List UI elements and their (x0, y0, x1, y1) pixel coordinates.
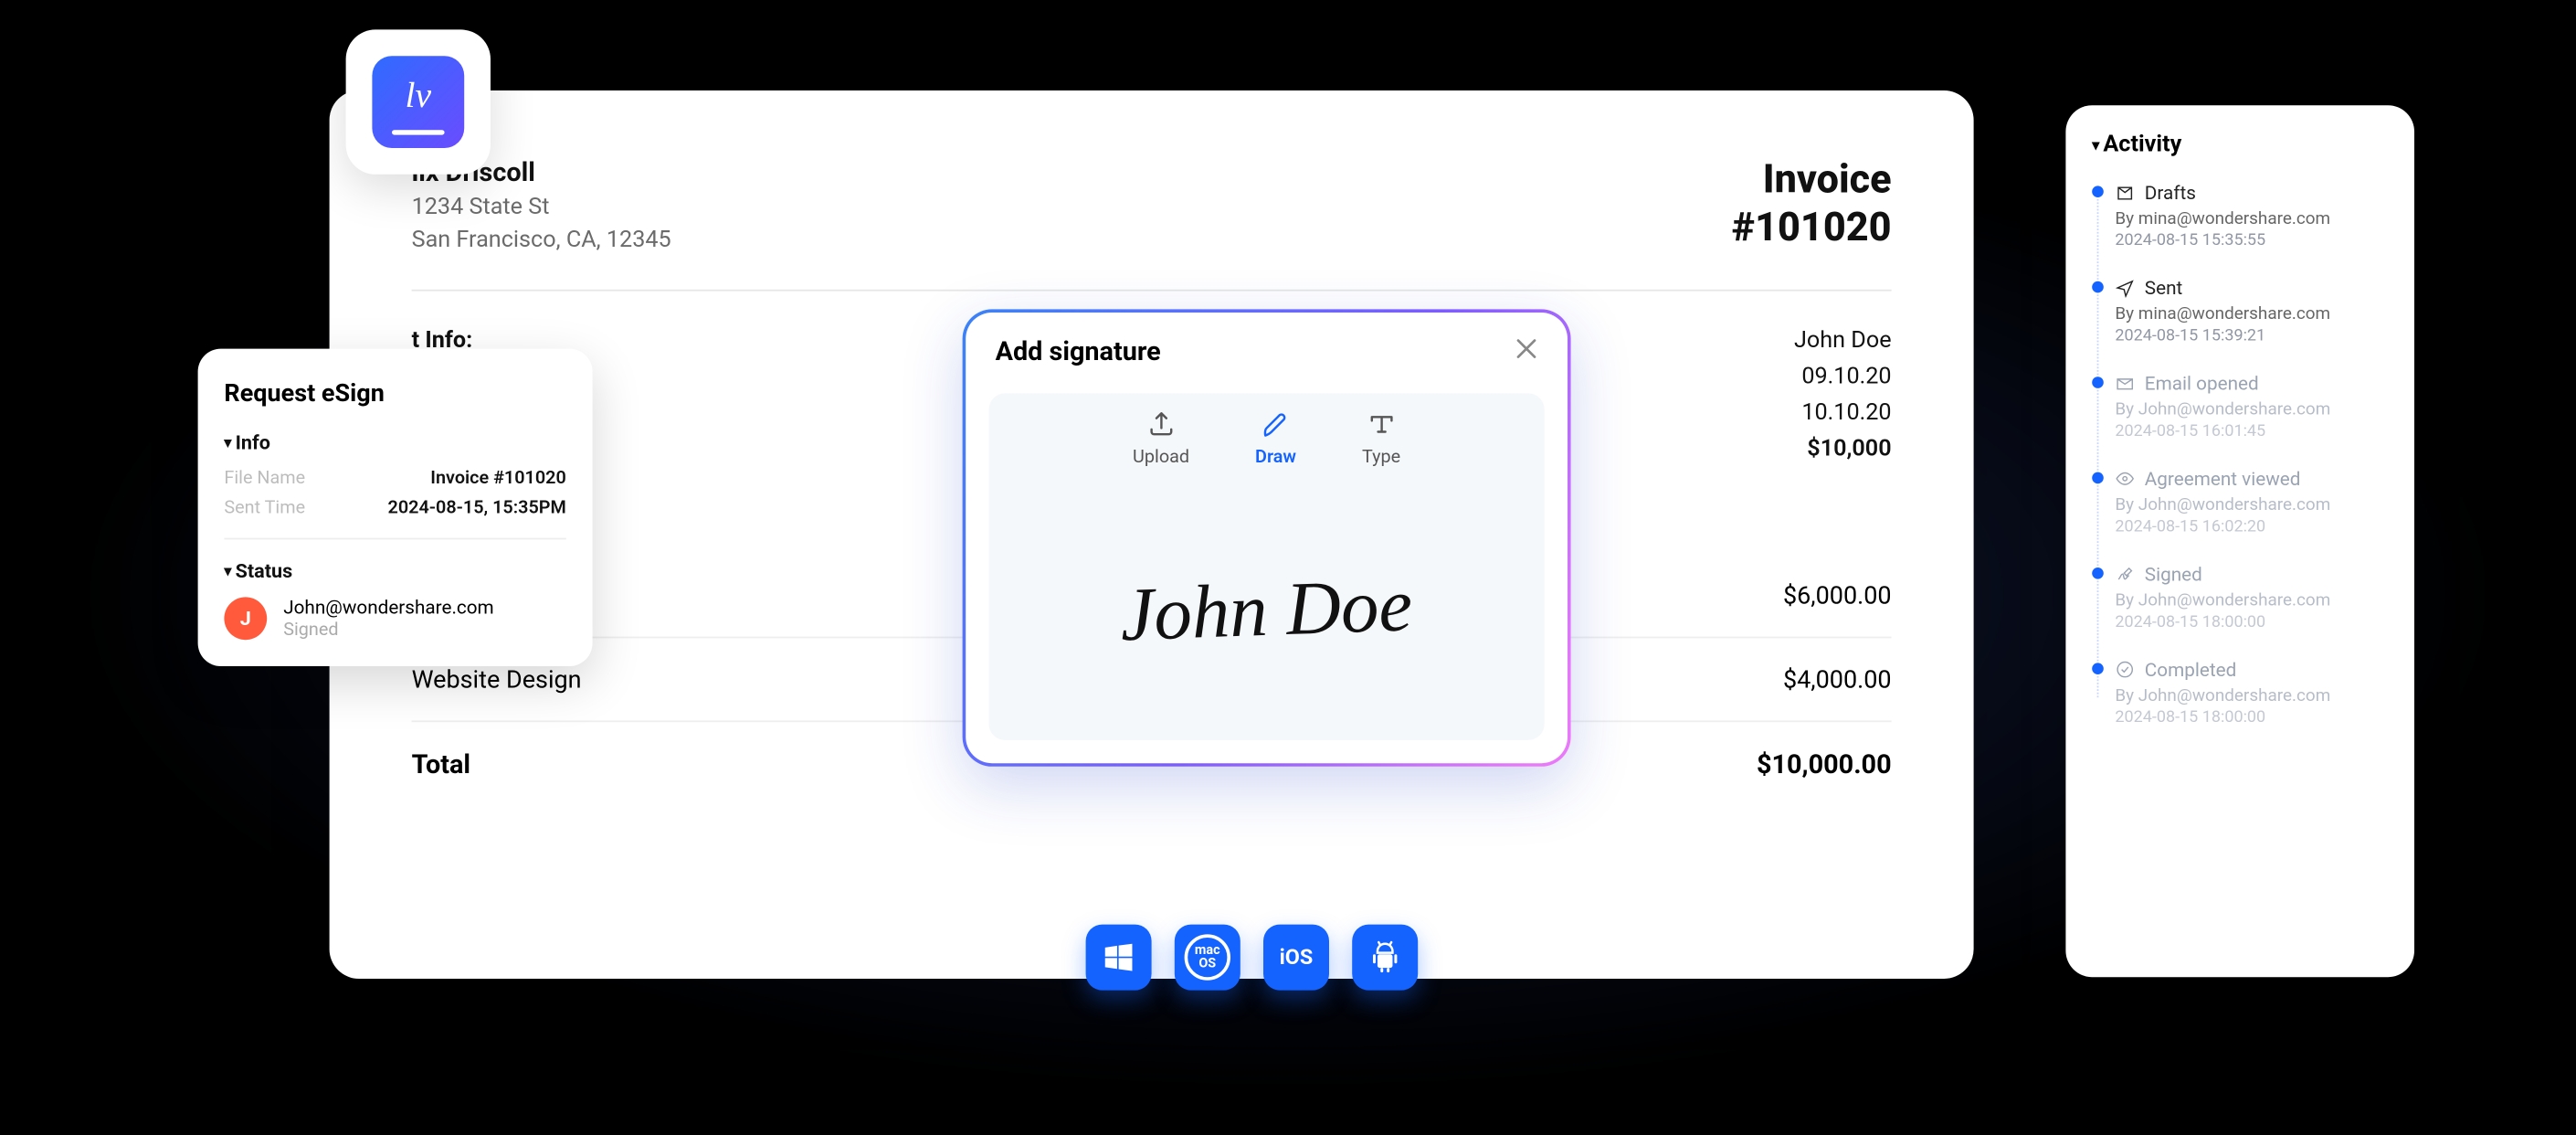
invoice-number: #101020 (1732, 204, 1892, 249)
request-sent-time-row: Sent Time 2024-08-15, 15:35PM (224, 497, 565, 518)
activity-label: Sent (2145, 276, 2182, 299)
request-sent-time-value: 2024-08-15, 15:35PM (388, 497, 566, 518)
divider (412, 290, 1892, 292)
timeline-dot-icon (2092, 186, 2104, 197)
close-icon (1515, 337, 1537, 360)
app-icon-card (346, 29, 491, 174)
timeline-dot-icon (2092, 377, 2104, 388)
signed-icon (2115, 564, 2135, 584)
activity-panel: Activity Drafts By mina@wondershare.com … (2065, 105, 2414, 977)
activity-list: Drafts By mina@wondershare.com 2024-08-1… (2092, 181, 2388, 727)
os-badge-macos[interactable]: macOS (1175, 925, 1240, 991)
invoice-to-date1: 09.10.20 (1794, 364, 1892, 390)
signature-tab-type[interactable]: Type (1362, 409, 1400, 467)
request-esign-panel: Request eSign Info File Name Invoice #10… (198, 349, 593, 666)
activity-item-email-opened: Email opened By John@wondershare.com 202… (2115, 372, 2388, 441)
activity-item-completed: Completed By John@wondershare.com 2024-0… (2115, 658, 2388, 727)
check-circle-icon (2115, 660, 2135, 680)
activity-time: 2024-08-15 18:00:00 (2115, 709, 2388, 727)
activity-time: 2024-08-15 16:02:20 (2115, 518, 2388, 536)
activity-item-drafts: Drafts By mina@wondershare.com 2024-08-1… (2115, 181, 2388, 250)
invoice-total-value: $10,000.00 (1757, 748, 1892, 780)
activity-by: By mina@wondershare.com (2115, 302, 2388, 324)
request-sent-time-label: Sent Time (224, 497, 305, 518)
activity-item-agreement-viewed: Agreement viewed By John@wondershare.com… (2115, 467, 2388, 536)
divider (224, 538, 565, 540)
invoice-line-2-desc: Website Design (412, 664, 582, 694)
activity-label: Signed (2145, 563, 2202, 586)
signer-email: John@wondershare.com (283, 596, 494, 619)
signature-tab-upload-label: Upload (1133, 446, 1189, 467)
timeline-dot-icon (2092, 472, 2104, 484)
upload-icon (1145, 409, 1177, 439)
activity-label: Drafts (2145, 181, 2196, 204)
activity-time: 2024-08-15 15:39:21 (2115, 327, 2388, 345)
invoice-to-block: John Doe 09.10.20 10.10.20 $10,000 (1794, 327, 1892, 472)
android-icon (1367, 939, 1403, 976)
invoice-line-2-amount: $4,000.00 (1783, 664, 1892, 694)
activity-time: 2024-08-15 15:35:55 (2115, 232, 2388, 250)
invoice-total-label: Total (412, 748, 470, 780)
activity-by: By John@wondershare.com (2115, 684, 2388, 705)
drafts-icon (2115, 183, 2135, 203)
activity-item-sent: Sent By mina@wondershare.com 2024-08-15 … (2115, 276, 2388, 345)
signer-avatar: J (224, 597, 267, 640)
invoice-from-street: 1234 State St (412, 194, 671, 220)
signature-tab-upload[interactable]: Upload (1133, 409, 1189, 467)
os-badges-row: macOS iOS (1086, 925, 1419, 991)
signature-tab-draw-label: Draw (1255, 446, 1296, 467)
activity-label: Agreement viewed (2145, 467, 2301, 490)
activity-title[interactable]: Activity (2092, 132, 2388, 158)
close-button[interactable] (1515, 335, 1537, 366)
signature-tab-draw[interactable]: Draw (1255, 409, 1296, 467)
activity-by: By John@wondershare.com (2115, 589, 2388, 610)
signature-modal-title: Add signature (996, 335, 1161, 366)
request-status-header[interactable]: Status (224, 559, 565, 582)
invoice-to-amount: $10,000 (1794, 436, 1892, 462)
windows-icon (1101, 939, 1137, 976)
timeline-dot-icon (2092, 663, 2104, 674)
ios-icon: iOS (1280, 945, 1314, 970)
activity-label: Email opened (2145, 372, 2259, 395)
timeline-dot-icon (2092, 281, 2104, 293)
activity-by: By John@wondershare.com (2115, 493, 2388, 514)
wondershare-app-icon (372, 56, 464, 148)
request-file-name-value: Invoice #101020 (430, 467, 566, 488)
timeline-dot-icon (2092, 568, 2104, 579)
os-badge-windows[interactable] (1086, 925, 1152, 991)
activity-by: By John@wondershare.com (2115, 398, 2388, 419)
activity-timeline-line (2097, 194, 2099, 697)
activity-time: 2024-08-15 16:01:45 (2115, 423, 2388, 441)
signature-drawn-text: John Doe (1119, 560, 1414, 657)
draw-icon (1260, 409, 1293, 439)
macos-icon: macOS (1185, 934, 1230, 980)
signature-canvas[interactable]: John Doe (988, 477, 1544, 740)
activity-label: Completed (2145, 658, 2236, 681)
request-signer-row: J John@wondershare.com Signed (224, 596, 565, 641)
type-icon (1365, 409, 1398, 439)
invoice-line-1-amount: $6,000.00 (1783, 580, 1892, 610)
sent-icon (2115, 278, 2135, 298)
request-title: Request eSign (224, 378, 565, 408)
invoice-title-block: Invoice #101020 (1732, 156, 1892, 249)
request-info-header[interactable]: Info (224, 431, 565, 454)
invoice-to-name: John Doe (1794, 327, 1892, 354)
invoice-to-date2: 10.10.20 (1794, 399, 1892, 426)
signature-body: Upload Draw Type John Doe (988, 393, 1544, 740)
request-file-name-label: File Name (224, 467, 305, 488)
signature-tab-type-label: Type (1362, 446, 1400, 467)
mail-icon (2115, 374, 2135, 394)
signer-status: Signed (283, 619, 494, 640)
eye-icon (2115, 469, 2135, 489)
os-badge-ios[interactable]: iOS (1263, 925, 1329, 991)
invoice-from-city: San Francisco, CA, 12345 (412, 227, 671, 253)
os-badge-android[interactable] (1352, 925, 1418, 991)
add-signature-modal: Add signature Upload Draw (963, 309, 1571, 766)
activity-time: 2024-08-15 18:00:00 (2115, 613, 2388, 631)
request-file-name-row: File Name Invoice #101020 (224, 467, 565, 488)
activity-item-signed: Signed By John@wondershare.com 2024-08-1… (2115, 563, 2388, 632)
activity-by: By mina@wondershare.com (2115, 207, 2388, 228)
invoice-title: Invoice (1732, 156, 1892, 204)
